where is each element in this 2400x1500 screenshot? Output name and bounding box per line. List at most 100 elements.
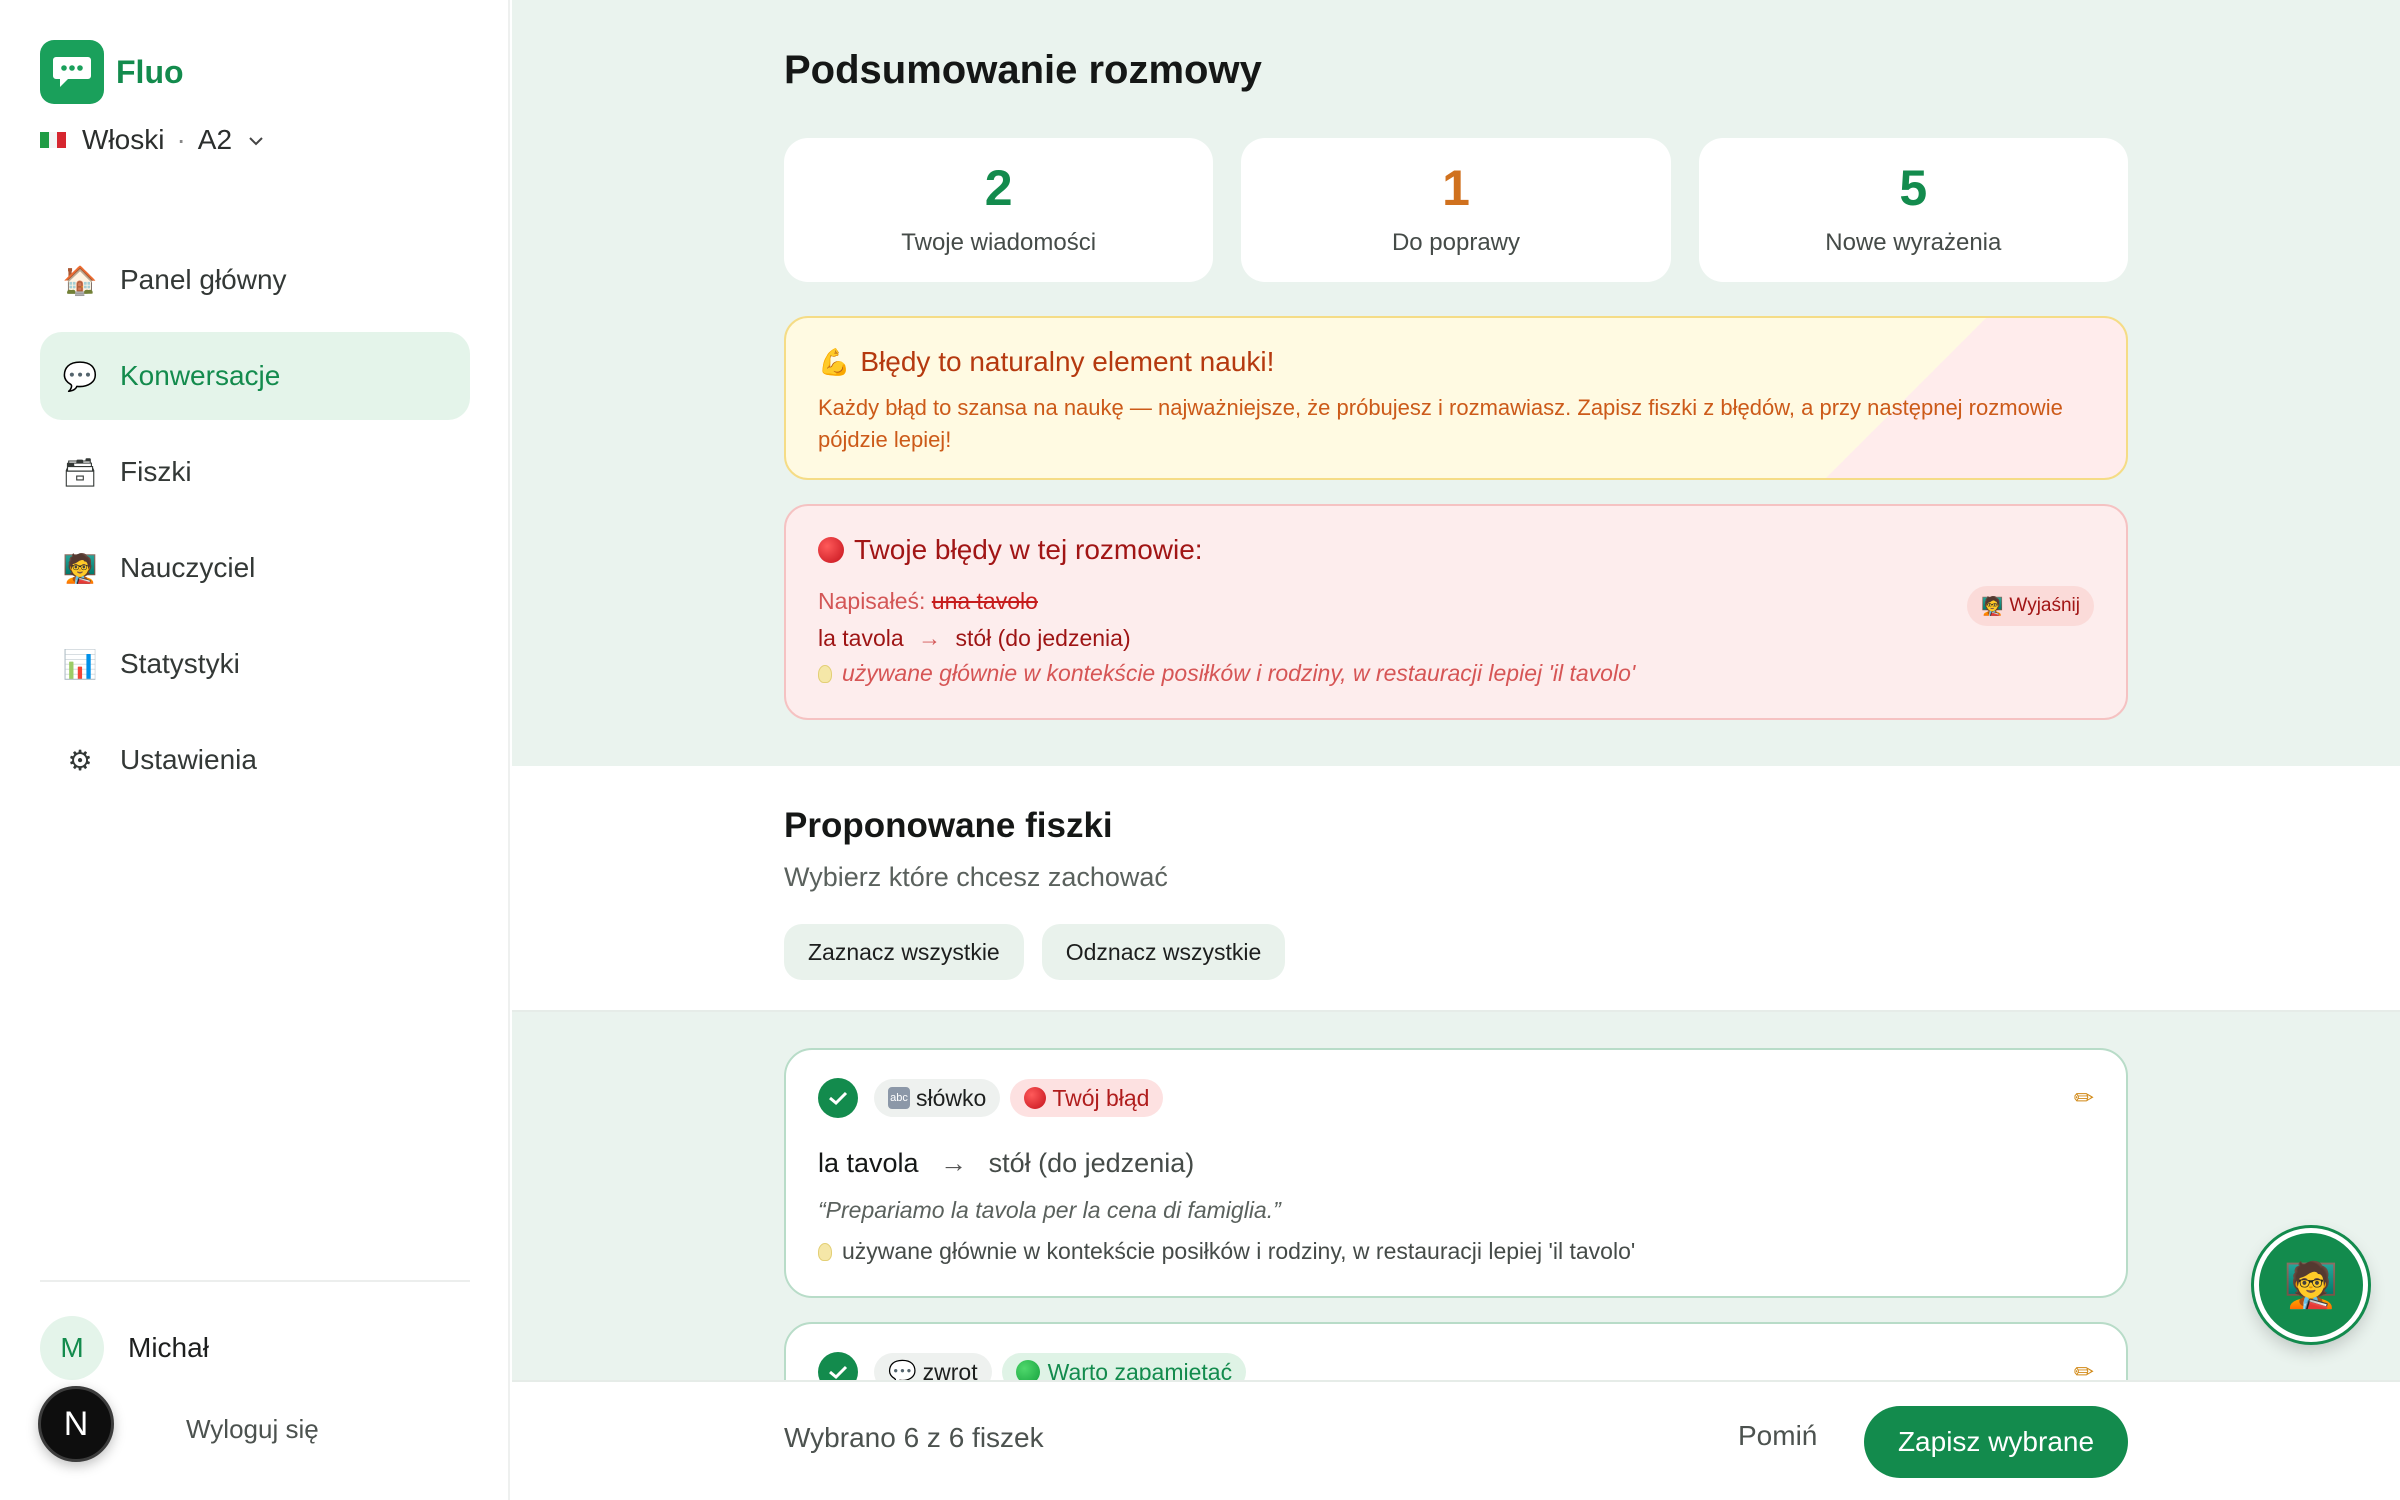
save-selected-button[interactable]: Zapisz wybrane xyxy=(1864,1406,2128,1478)
nav-label: Ustawienia xyxy=(120,744,257,775)
user-profile[interactable]: M Michał xyxy=(40,1316,209,1380)
nav-item-statistics[interactable]: 📊 Statystyki xyxy=(40,620,470,708)
app-name: Fluo xyxy=(116,53,184,90)
user-name: Michał xyxy=(128,1332,209,1363)
motivation-banner: 💪 Błędy to naturalny element nauki! Każd… xyxy=(784,316,2128,480)
skip-button[interactable]: Pomiń xyxy=(1738,1420,1817,1452)
main-content: Podsumowanie rozmowy 2 Twoje wiadomości … xyxy=(512,0,2400,1500)
teacher-icon: 🧑‍🏫 xyxy=(1981,595,2004,616)
speech-bubble-icon: 💬 xyxy=(888,1358,917,1381)
arrow-icon: → xyxy=(918,625,942,651)
house-icon: 🏠 xyxy=(62,264,98,296)
sidebar-divider xyxy=(40,1280,470,1282)
motivation-title: Błędy to naturalny element nauki! xyxy=(860,346,1275,377)
page-title: Podsumowanie rozmowy xyxy=(784,48,1262,92)
source-label: Warto zapamiętać xyxy=(1047,1358,1233,1381)
explain-button[interactable]: 🧑‍🏫 Wyjaśnij xyxy=(1967,586,2094,626)
speech-bubble-icon: 💬 xyxy=(62,360,98,392)
main-nav: 🏠 Panel główny 💬 Konwersacje 🗃 Fiszki 🧑‍… xyxy=(40,236,470,812)
flashcard-note-text: używane głównie w kontekście posiłków i … xyxy=(842,1238,1636,1264)
red-circle-icon xyxy=(1024,1087,1047,1109)
flashcard-term-line: la tavola → stół (do jedzenia) xyxy=(818,1148,2094,1179)
bar-chart-icon: 📊 xyxy=(62,648,98,680)
type-label: zwrot xyxy=(922,1358,978,1381)
gear-icon: ⚙ xyxy=(67,744,93,776)
language-name: Włoski xyxy=(82,124,165,155)
card-box-icon: 🗃 xyxy=(62,456,98,488)
flashcard-note: używane głównie w kontekście posiłków i … xyxy=(818,1238,2094,1265)
stat-value: 1 xyxy=(1442,160,1470,216)
teacher-icon: 🧑‍🏫 xyxy=(2283,1261,2339,1310)
source-tag: Twój błąd xyxy=(1010,1079,1164,1117)
pencil-edit-icon[interactable]: ✏ xyxy=(2074,1084,2094,1113)
nav-label: Statystyki xyxy=(120,648,240,679)
stat-label: Nowe wyrażenia xyxy=(1825,229,2002,256)
nav-label: Konwersacje xyxy=(120,360,281,391)
separator-dot: · xyxy=(176,124,186,155)
select-all-button[interactable]: Zaznacz wszystkie xyxy=(784,924,1024,980)
language-selector[interactable]: Włoski · A2 xyxy=(40,124,264,156)
deselect-all-button[interactable]: Odznacz wszystkie xyxy=(1041,924,1286,980)
source-tag: Warto zapamiętać xyxy=(1001,1353,1247,1381)
stat-label: Do poprawy xyxy=(1391,229,1521,256)
stat-label: Twoje wiadomości xyxy=(901,229,1097,256)
teacher-icon: 🧑‍🏫 xyxy=(62,552,98,584)
flashcard-term: la tavola xyxy=(818,1148,919,1178)
stat-card-messages: 2 Twoje wiadomości xyxy=(784,138,1214,282)
lightbulb-icon xyxy=(818,1243,832,1261)
pencil-edit-icon[interactable]: ✏ xyxy=(2074,1358,2094,1381)
green-circle-icon xyxy=(1015,1360,1040,1380)
abc-icon: abc xyxy=(888,1087,910,1109)
checkbox-checked-icon[interactable] xyxy=(818,1352,858,1380)
selection-buttons: Zaznacz wszystkie Odznacz wszystkie xyxy=(784,924,1286,980)
lightbulb-icon xyxy=(818,665,832,683)
correct-translation: stół (do jedzenia) xyxy=(955,625,1131,651)
nav-item-dashboard[interactable]: 🏠 Panel główny xyxy=(40,236,470,324)
flashcard-header: abc słówko Twój błąd ✏ xyxy=(818,1078,2094,1118)
proposals-title: Proponowane fiszki xyxy=(784,806,1113,845)
chevron-down-icon xyxy=(248,129,264,152)
nav-item-teacher[interactable]: 🧑‍🏫 Nauczyciel xyxy=(40,524,470,612)
language-level: A2 xyxy=(197,124,233,155)
explain-label: Wyjaśnij xyxy=(2009,595,2080,616)
app-logo[interactable]: Fluo xyxy=(40,40,184,104)
wrong-text: una tavolo xyxy=(931,588,1038,614)
chat-logo-icon xyxy=(40,40,104,104)
nav-label: Nauczyciel xyxy=(120,552,256,583)
stat-card-to-fix: 1 Do poprawy xyxy=(1241,138,1671,282)
errors-title-row: Twoje błędy w tej rozmowie: xyxy=(818,534,2094,566)
dev-badge[interactable]: N xyxy=(38,1386,114,1462)
teacher-assistant-button[interactable]: 🧑‍🏫 xyxy=(2254,1228,2368,1342)
source-label: Twój błąd xyxy=(1052,1084,1150,1111)
flexed-biceps-icon: 💪 xyxy=(818,346,851,377)
type-tag: abc słówko xyxy=(874,1079,1001,1117)
logout-link[interactable]: Wyloguj się xyxy=(186,1414,319,1445)
errors-panel: Twoje błędy w tej rozmowie: Napisałeś: u… xyxy=(784,504,2128,720)
stat-value: 5 xyxy=(1899,160,1928,216)
type-tag: 💬 zwrot xyxy=(874,1353,992,1380)
proposals-subtitle: Wybierz które chcesz zachować xyxy=(784,862,1168,892)
italy-flag-icon xyxy=(40,132,67,148)
type-label: słówko xyxy=(916,1084,987,1111)
nav-item-flashcards[interactable]: 🗃 Fiszki xyxy=(40,428,470,516)
nav-item-conversations[interactable]: 💬 Konwersacje xyxy=(40,332,470,420)
stat-card-new-phrases: 5 Nowe wyrażenia xyxy=(1698,138,2128,282)
flashcard-example: “Prepariamo la tavola per la cena di fam… xyxy=(818,1197,1281,1223)
arrow-icon: → xyxy=(940,1148,968,1178)
avatar: M xyxy=(40,1316,104,1380)
correct-term: la tavola xyxy=(818,625,904,651)
flashcard-item[interactable]: 💬 zwrot Warto zapamiętać ✏ xyxy=(784,1322,2128,1380)
errors-title: Twoje błędy w tej rozmowie: xyxy=(854,534,1203,565)
nav-label: Panel główny xyxy=(120,264,287,295)
nav-item-settings[interactable]: ⚙ Ustawienia xyxy=(40,716,470,804)
checkbox-checked-icon[interactable] xyxy=(818,1078,858,1118)
sidebar: Fluo Włoski · A2 🏠 Panel główny 💬 Konwer… xyxy=(0,0,510,1500)
flashcard-translation: stół (do jedzenia) xyxy=(988,1148,1195,1178)
flashcards-list: abc słówko Twój błąd ✏ la tavola → stół … xyxy=(512,1012,2400,1380)
flashcard-header: 💬 zwrot Warto zapamiętać ✏ xyxy=(818,1352,2094,1380)
motivation-body: Każdy błąd to szansa na naukę — najważni… xyxy=(818,395,2063,452)
error-note-text: używane głównie w kontekście posiłków i … xyxy=(842,660,1636,686)
selected-count: Wybrano 6 z 6 fiszek xyxy=(784,1422,1044,1453)
flashcard-item[interactable]: abc słówko Twój błąd ✏ la tavola → stół … xyxy=(784,1048,2128,1298)
nav-label: Fiszki xyxy=(120,456,192,487)
